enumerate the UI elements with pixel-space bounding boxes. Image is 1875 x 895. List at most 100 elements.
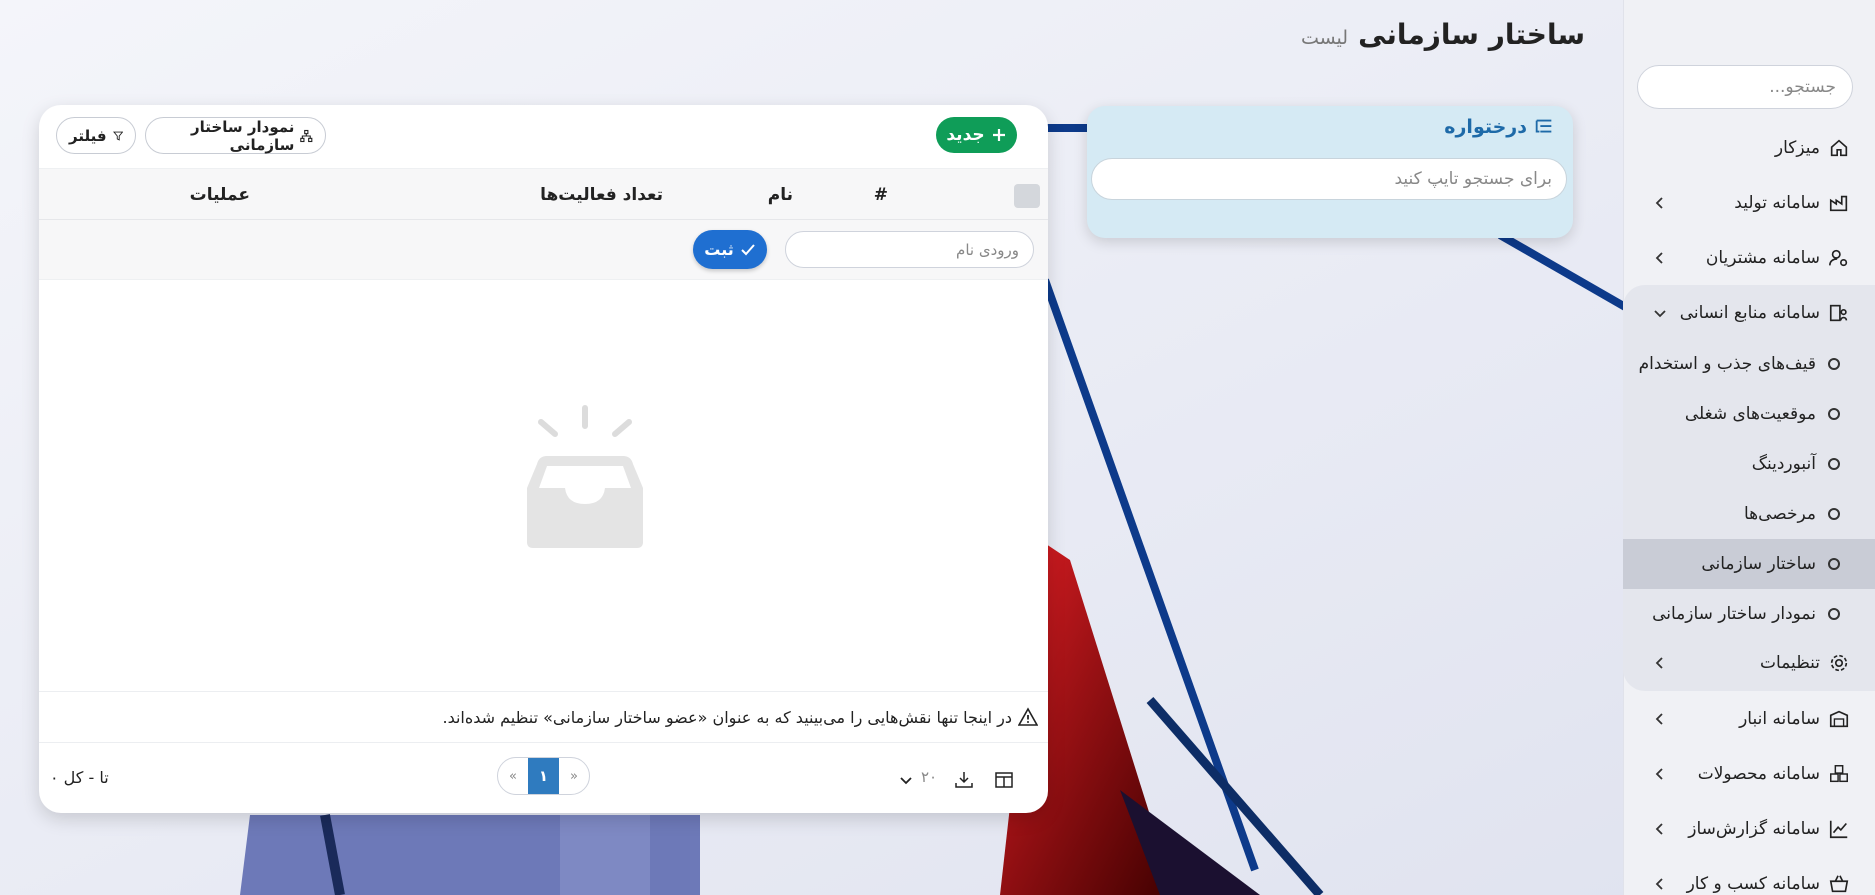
warning-icon [1018,707,1038,726]
org-chart-button-label: نمودار ساختار سازمانی [191,117,295,154]
sidebar-item-production[interactable]: سامانه تولید [1623,175,1875,230]
page-size-value[interactable]: ۲۰ [921,768,937,786]
sidebar-subitem-label: قیف‌های جذب و استخدام [1638,354,1816,374]
sidebar-item-label: سامانه انبار [1739,708,1820,729]
sidebar-item-label: سامانه محصولات [1697,763,1820,784]
new-button-label: جدید [946,125,985,145]
column-index: # [873,185,888,205]
sidebar-item-settings[interactable]: تنظیمات [1623,639,1875,687]
sidebar-item-dashboard[interactable]: میزکار [1623,120,1875,175]
filter-button[interactable]: فیلتر [56,117,136,154]
boxes-icon [1830,764,1848,782]
gear-icon [1830,654,1848,672]
download-icon[interactable] [954,770,974,790]
circle-icon [1828,408,1840,420]
chart-line-icon [1829,820,1848,838]
sidebar-search [1617,65,1853,109]
new-row-form: ثبت [39,220,1048,280]
sidebar-item-label: سامانه مشتریان [1705,247,1820,268]
next-page-button[interactable]: » [498,769,528,784]
sidebar-subitem-leaves[interactable]: مرخصی‌ها [1623,489,1875,539]
name-input[interactable] [785,231,1034,268]
plus-icon [992,129,1005,141]
org-structure-card: جدید نمودار ساختار سازمانی فیلتر # نام ت… [39,105,1048,813]
sitemap-icon [300,129,313,142]
sidebar-item-label: سامانه گزارش‌ساز [1688,818,1820,839]
table-footer: تا - کل ۰ « ۱ » ۲۰ [39,745,1048,813]
chevron-left-icon[interactable] [1653,822,1667,836]
sidebar-item-label: میزکار [1774,137,1820,158]
circle-icon [1828,358,1840,370]
page-title: ساختار سازمانی [1358,18,1585,51]
sidebar-item-customers[interactable]: سامانه مشتریان [1623,230,1875,285]
circle-icon [1828,608,1840,620]
home-icon [1830,139,1848,156]
factory-icon [1829,195,1848,211]
tree-title: درختواره [1444,116,1527,138]
columns-icon[interactable] [994,770,1014,790]
chevron-left-icon[interactable] [1653,877,1667,891]
warehouse-icon [1829,710,1849,727]
prev-page-button[interactable]: « [559,769,589,784]
sidebar-item-hr[interactable]: سامانه منابع انسانی [1623,285,1875,340]
sidebar-subitem-org-structure[interactable]: ساختار سازمانی [1623,539,1875,589]
org-chart-button[interactable]: نمودار ساختار سازمانی [145,117,326,154]
table-header: # نام تعداد فعالیت‌ها عملیات [39,168,1048,220]
sidebar-subitem-onboarding[interactable]: آنبوردینگ [1623,439,1875,489]
building-people-icon [1829,304,1848,321]
sidebar-item-reports[interactable]: سامانه گزارش‌ساز [1623,801,1875,856]
chevron-down-icon[interactable] [1653,306,1667,320]
sidebar-item-label: سامانه کسب و کار [1686,873,1820,894]
user-gear-icon [1829,249,1848,266]
pagination: « ۱ » [497,757,590,795]
sidebar-item-label: تنظیمات [1760,653,1820,673]
column-name: نام [767,185,793,205]
tree-header: درختواره [1444,116,1555,138]
chevron-left-icon[interactable] [1653,196,1667,210]
save-button[interactable]: ثبت [693,230,767,269]
circle-icon [1828,558,1840,570]
tree-search-input[interactable] [1091,158,1567,200]
sidebar: میزکار سامانه تولید سامانه مشتریان سامان… [1617,0,1875,895]
sidebar-submenu-hr: قیف‌های جذب و استخدام موقعیت‌های شغلی آن… [1623,339,1875,691]
sidebar-subitem-positions[interactable]: موقعیت‌های شغلی [1623,389,1875,439]
check-icon [741,243,755,255]
chevron-down-icon[interactable] [899,773,913,787]
chevron-left-icon[interactable] [1653,712,1667,726]
sidebar-subitem-org-chart[interactable]: نمودار ساختار سازمانی [1623,589,1875,639]
chevron-left-icon[interactable] [1653,251,1667,265]
page-subtitle: لیست [1300,27,1349,49]
page-header: ساختار سازمانی لیست [1301,18,1585,51]
sidebar-subitem-label: آنبوردینگ [1751,454,1816,474]
basket-icon [1829,874,1849,892]
sidebar-search-input[interactable] [1617,77,1836,97]
sidebar-menu: میزکار سامانه تولید سامانه مشتریان سامان… [1623,120,1875,895]
chevron-left-icon[interactable] [1653,767,1667,781]
empty-inbox-icon [527,405,643,548]
circle-icon [1828,508,1840,520]
sidebar-item-label: سامانه تولید [1734,192,1820,213]
save-button-label: ثبت [704,240,734,259]
sidebar-subitem-label: موقعیت‌های شغلی [1684,404,1816,424]
sidebar-subitem-recruitment[interactable]: قیف‌های جذب و استخدام [1623,339,1875,389]
tree-list-icon [1535,119,1552,133]
column-actions: عملیات [189,185,250,205]
chevron-left-icon[interactable] [1653,656,1667,670]
column-activities: تعداد فعالیت‌ها [540,185,663,205]
info-note-text: در اینجا تنها نقش‌هایی را می‌بینید که به… [442,707,1012,727]
info-note: در اینجا تنها نقش‌هایی را می‌بینید که به… [39,691,1048,743]
sidebar-item-products[interactable]: سامانه محصولات [1623,746,1875,801]
sidebar-subitem-label: نمودار ساختار سازمانی [1652,604,1816,624]
filter-icon [112,131,123,141]
sidebar-item-label: سامانه منابع انسانی [1679,302,1820,323]
filter-button-label: فیلتر [69,126,107,145]
sidebar-item-warehouse[interactable]: سامانه انبار [1623,691,1875,746]
new-button[interactable]: جدید [936,117,1017,153]
sidebar-subitem-label: مرخصی‌ها [1743,504,1816,524]
sidebar-subitem-label: ساختار سازمانی [1701,554,1816,574]
select-all-checkbox[interactable] [1014,184,1040,208]
sidebar-item-business[interactable]: سامانه کسب و کار [1623,856,1875,895]
page-1-button[interactable]: ۱ [528,758,559,794]
tree-panel: درختواره [1087,106,1573,238]
total-count: تا - کل ۰ [50,768,109,787]
